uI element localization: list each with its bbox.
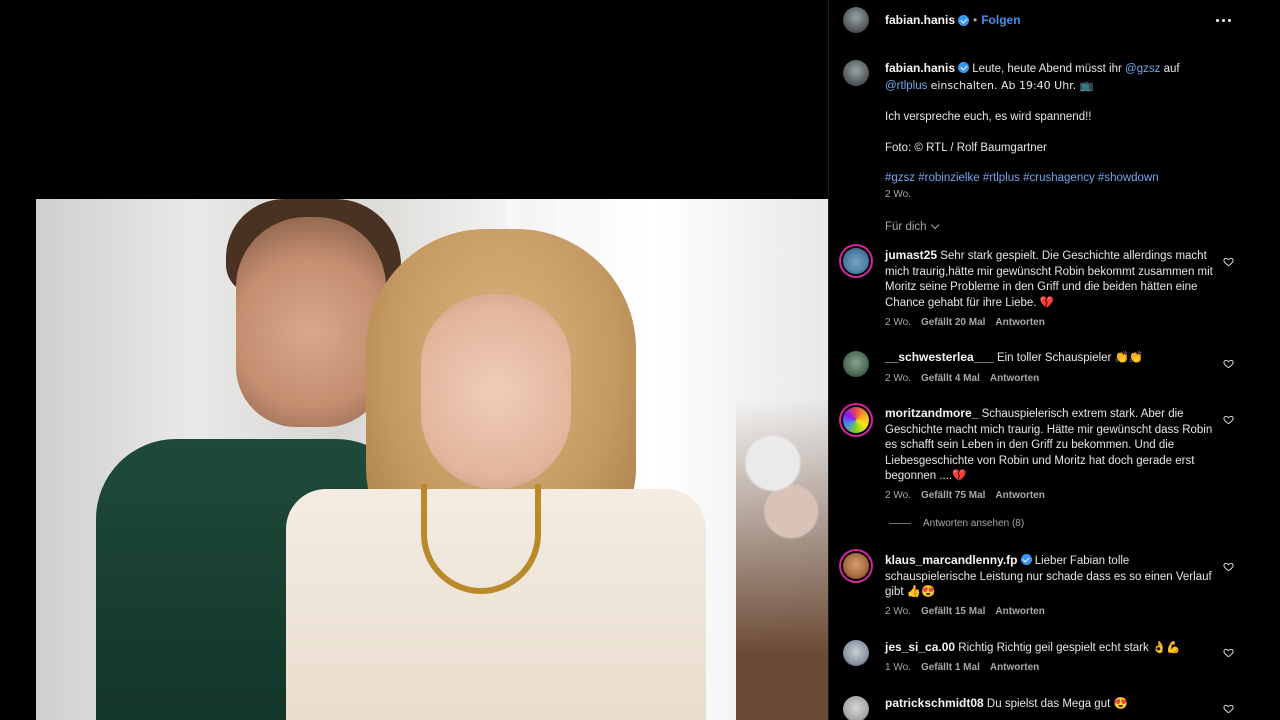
view-replies-button[interactable]: Antworten ansehen (8) [889, 518, 1024, 529]
reply-button[interactable]: Antworten [990, 373, 1039, 384]
comment-meta: 2 Wo. Gefällt 4 Mal Antworten [885, 373, 1039, 384]
comment-username[interactable]: jumast25 [885, 248, 937, 262]
hashtag-list: #gzsz #robinzielke #rtlplus #crushagency… [885, 171, 1221, 187]
heart-icon[interactable] [1223, 414, 1234, 425]
comment-likes[interactable]: Gefällt 1 Mal [921, 662, 980, 673]
verified-icon [958, 14, 970, 26]
post-photo[interactable] [36, 199, 828, 720]
hashtag-link[interactable]: #crushagency [1023, 172, 1095, 184]
mention-link[interactable]: @gzsz [1125, 63, 1160, 75]
caption-text: einschalten. Ab 19:40 Uhr. 📺 [930, 78, 1094, 92]
person-woman-face [421, 294, 571, 489]
comment-meta: 2 Wo. Gefällt 15 Mal Antworten [885, 606, 1045, 617]
comment-item: moritzandmore_ Schauspielerisch extrem s… [885, 406, 1221, 485]
separator-dot: • [973, 13, 978, 27]
comment-item: klaus_marcandlenny.fp Lieber Fabian toll… [885, 553, 1221, 601]
caption-paragraph: Foto: © RTL / Rolf Baumgartner [885, 141, 1047, 154]
comment-username[interactable]: klaus_marcandlenny.fp [885, 553, 1018, 567]
comment-text: Ein toller Schauspieler 👏👏 [996, 352, 1144, 364]
avatar[interactable] [843, 640, 869, 666]
comment-age[interactable]: 2 Wo. [885, 317, 911, 328]
reply-button[interactable]: Antworten [995, 317, 1044, 328]
hashtag-link[interactable]: #rtlplus [983, 172, 1020, 184]
comment-likes[interactable]: Gefällt 15 Mal [921, 606, 985, 617]
heart-icon[interactable] [1223, 256, 1234, 267]
comment-username[interactable]: __schwesterlea___ [885, 350, 994, 364]
post-age[interactable]: 2 Wo. [885, 189, 911, 200]
comment-item: jes_si_ca.00 Richtig Richtig geil gespie… [885, 640, 1221, 657]
avatar[interactable] [843, 7, 869, 33]
comment-age[interactable]: 2 Wo. [885, 606, 911, 617]
hashtag-link[interactable]: #showdown [1098, 172, 1159, 184]
comment-username[interactable]: moritzandmore_ [885, 406, 978, 420]
comment-likes[interactable]: Gefällt 75 Mal [921, 490, 985, 501]
more-icon[interactable] [1215, 12, 1231, 28]
comment-likes[interactable]: Gefällt 20 Mal [921, 317, 985, 328]
heart-icon[interactable] [1223, 561, 1234, 572]
comment-meta: 2 Wo. Gefällt 75 Mal Antworten [885, 490, 1045, 501]
comment-sort-dropdown[interactable]: Für dich [885, 220, 939, 233]
avatar[interactable] [843, 351, 869, 377]
comment-age[interactable]: 2 Wo. [885, 490, 911, 501]
heart-icon[interactable] [1223, 647, 1234, 658]
sort-label: Für dich [885, 221, 927, 233]
person-man-face [236, 217, 386, 427]
comment-item: jumast25 Sehr stark gespielt. Die Geschi… [885, 248, 1221, 311]
hashtag-link[interactable]: #robinzielke [918, 172, 979, 184]
avatar[interactable] [843, 407, 869, 433]
comment-text: Richtig Richtig geil gespielt echt stark… [958, 642, 1181, 654]
divider [889, 523, 911, 524]
view-replies-label: Antworten ansehen (8) [923, 518, 1025, 529]
heart-icon[interactable] [1223, 703, 1234, 714]
flower-vase [736, 399, 828, 720]
post-panel: fabian.hanis • Folgen fabian.hanis Leute… [828, 0, 1244, 720]
hashtag-link[interactable]: #gzsz [885, 172, 915, 184]
caption-text: auf [1163, 63, 1180, 75]
follow-button[interactable]: Folgen [981, 13, 1020, 27]
avatar[interactable] [843, 553, 869, 579]
avatar[interactable] [843, 248, 869, 274]
comment-item: patrickschmidt08 Du spielst das Mega gut… [885, 696, 1221, 713]
caption-paragraph: Ich verspreche euch, es wird spannend!! [885, 111, 1092, 123]
media-stage [0, 0, 828, 720]
comment-meta: 1 Wo. Gefällt 1 Mal Antworten [885, 662, 1039, 673]
comment-username[interactable]: jes_si_ca.00 [885, 640, 955, 654]
mention-link[interactable]: @rtlplus [885, 80, 927, 92]
comment-meta: 2 Wo. Gefällt 20 Mal Antworten [885, 317, 1045, 328]
reply-button[interactable]: Antworten [995, 490, 1044, 501]
verified-icon [958, 62, 970, 73]
right-margin [1244, 0, 1280, 720]
comment-age[interactable]: 1 Wo. [885, 662, 911, 673]
avatar[interactable] [843, 60, 869, 86]
caption-username[interactable]: fabian.hanis [885, 61, 955, 75]
heart-icon[interactable] [1223, 358, 1234, 369]
comment-text: Du spielst das Mega gut 😍 [986, 698, 1128, 710]
comment-age[interactable]: 2 Wo. [885, 373, 911, 384]
post-header: fabian.hanis • Folgen [829, 0, 1244, 40]
caption-meta: 2 Wo. [885, 189, 911, 200]
avatar[interactable] [843, 696, 869, 720]
reply-button[interactable]: Antworten [990, 662, 1039, 673]
reply-button[interactable]: Antworten [995, 606, 1044, 617]
chevron-down-icon [930, 220, 939, 230]
comment-username[interactable]: patrickschmidt08 [885, 696, 984, 710]
owner-username[interactable]: fabian.hanis [885, 13, 955, 27]
caption-text: Leute, heute Abend müsst ihr [972, 63, 1122, 75]
post-caption: fabian.hanis Leute, heute Abend müsst ih… [885, 61, 1221, 187]
verified-icon [1020, 554, 1032, 565]
comment-item: __schwesterlea___ Ein toller Schauspiele… [885, 350, 1221, 367]
comment-likes[interactable]: Gefällt 4 Mal [921, 373, 980, 384]
